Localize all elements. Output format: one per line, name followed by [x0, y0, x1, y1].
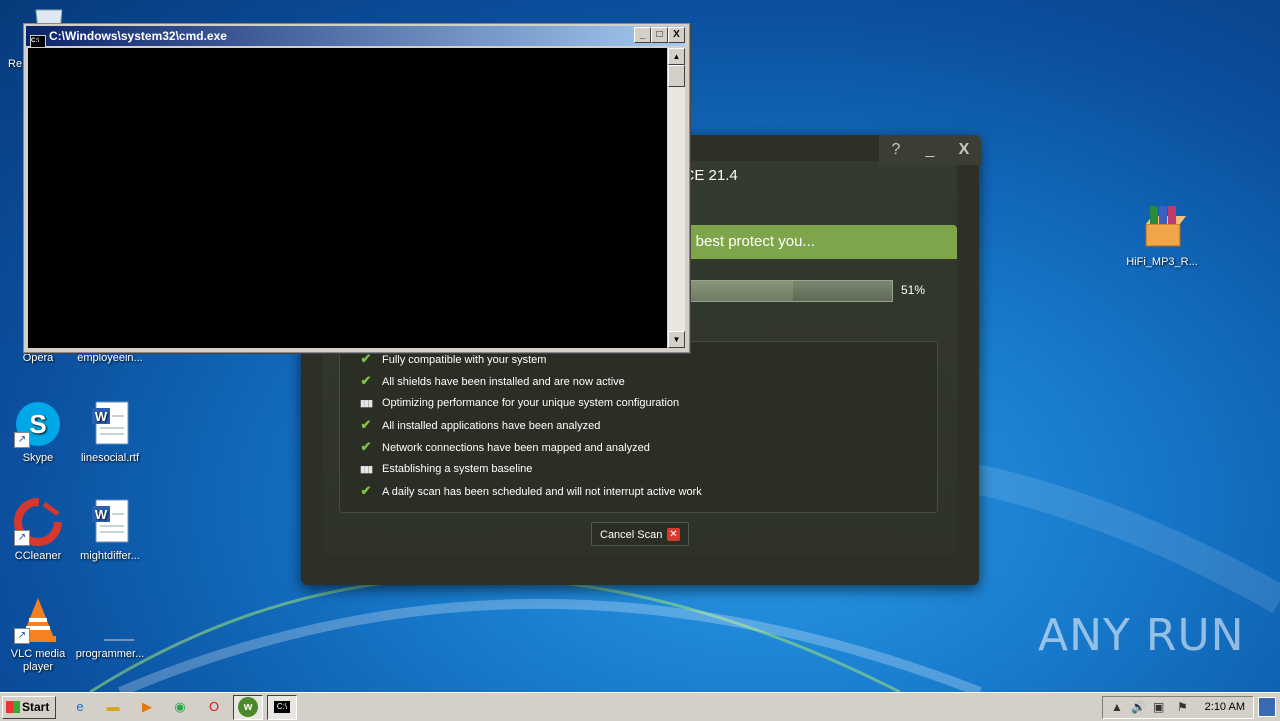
cancel-scan-label: Cancel Scan	[600, 529, 663, 541]
vertical-scrollbar[interactable]: ▲ ▼	[668, 48, 685, 348]
in-progress-icon: ▮▮▮	[360, 464, 373, 474]
progress-fill	[690, 281, 794, 301]
desktop-icon-label: Opera	[22, 352, 54, 364]
progress-bar	[689, 280, 893, 302]
setup-step: ▮▮▮ Optimizing performance for your uniqu…	[358, 394, 679, 412]
internet-explorer-icon[interactable]: e	[70, 697, 90, 717]
cmd-close-button[interactable]: X	[668, 27, 685, 43]
show-desktop-icon[interactable]	[1258, 697, 1276, 717]
checkmark-icon: ✔	[360, 417, 372, 432]
network-icon[interactable]: ▣	[1153, 700, 1164, 714]
desktop-icon-ccleaner[interactable]: ↗ CCleaner	[0, 498, 76, 563]
scroll-thumb[interactable]	[668, 65, 685, 87]
setup-step-text: All installed applications have been ana…	[382, 420, 601, 432]
word-document-icon: W	[86, 498, 134, 546]
help-button[interactable]: ?	[879, 135, 913, 165]
close-button[interactable]: X	[947, 135, 981, 165]
desktop-icon-label: Skype	[22, 452, 54, 464]
cmd-minimize-button[interactable]: _	[634, 27, 651, 43]
shortcut-arrow-icon: ↗	[14, 432, 30, 448]
setup-step-text: All shields have been installed and are …	[382, 376, 625, 388]
taskbar-app-cmd[interactable]: C:\	[267, 695, 297, 720]
desktop-icon-label: employeein...	[77, 352, 143, 364]
chrome-icon[interactable]: ◉	[170, 697, 190, 717]
cancel-scan-button[interactable]: Cancel Scan ✕	[591, 522, 689, 546]
setup-step-text: Establishing a system baseline	[382, 463, 533, 475]
cmd-title-bar[interactable]: C:\ C:\Windows\system32\cmd.exe	[26, 26, 685, 48]
in-progress-icon: ▮▮▮	[360, 398, 373, 408]
setup-step-text: Fully compatible with your system	[382, 354, 547, 366]
cmd-window: C:\ C:\Windows\system32\cmd.exe _ □ X ▲ ▼	[23, 23, 690, 353]
start-label: Start	[22, 700, 50, 714]
antivirus-app-icon: w	[238, 697, 258, 717]
console-output[interactable]	[28, 48, 667, 348]
checkmark-icon: ✔	[360, 373, 372, 388]
setup-step: ✔ A daily scan has been scheduled and wil…	[358, 482, 702, 500]
vlc-cone-icon: ↗	[14, 596, 62, 644]
media-player-icon[interactable]: ▶	[137, 697, 157, 717]
setup-step: ✔ All shields have been installed and are…	[358, 372, 625, 390]
desktop-icon-linesocial[interactable]: W linesocial.rtf	[72, 400, 148, 465]
desktop-icon-label: CCleaner	[14, 550, 62, 562]
scroll-up-icon[interactable]: ▲	[668, 48, 685, 65]
start-button[interactable]: Start	[2, 696, 56, 719]
file-icon	[86, 596, 145, 644]
desktop-icon-programmer[interactable]: programmer...	[72, 596, 148, 661]
desktop-icon-label: programmer...	[75, 648, 145, 660]
cmd-maximize-button[interactable]: □	[651, 27, 668, 43]
ccleaner-icon: ↗	[14, 498, 62, 546]
minimize-button[interactable]: _	[913, 135, 947, 165]
svg-text:W: W	[95, 507, 108, 522]
desktop-icon-skype[interactable]: S ↗ Skype	[0, 400, 76, 465]
close-icon: ✕	[667, 528, 680, 541]
desktop-icon-label: HiFi_MP3_R...	[1126, 256, 1198, 268]
setup-step: ▮▮▮ Establishing a system baseline	[358, 460, 532, 478]
cmd-title: C:\Windows\system32\cmd.exe	[49, 29, 227, 43]
progress-percent: 51%	[901, 283, 926, 297]
volume-icon[interactable]: 🔊	[1131, 700, 1146, 714]
svg-text:W: W	[95, 409, 108, 424]
checkmark-icon: ✔	[360, 483, 372, 498]
clock[interactable]: 2:10 AM	[1205, 701, 1245, 713]
checkmark-icon: ✔	[360, 439, 372, 454]
anyrun-watermark: ANY RUN	[1038, 610, 1245, 661]
skype-icon: S ↗	[14, 400, 62, 448]
desktop-icon-hifi-archive[interactable]: HiFi_MP3_R...	[1124, 204, 1200, 269]
desktop-icon-label: linesocial.rtf	[80, 452, 140, 464]
shortcut-arrow-icon: ↗	[14, 628, 30, 644]
setup-step-text: Optimizing performance for your unique s…	[382, 397, 680, 409]
taskbar: Start e ▬ ▶ ◉ O w C:\ ▲ 🔊 ▣ ⚑ 2:10 AM	[0, 692, 1280, 721]
desktop-icon-label: VLC media player	[10, 648, 66, 673]
setup-step: ✔ Network connections have been mapped an…	[358, 438, 650, 456]
action-center-flag-icon[interactable]: ⚑	[1177, 700, 1188, 714]
setup-step-text: A daily scan has been scheduled and will…	[382, 486, 702, 498]
console-icon: C:\	[272, 697, 292, 717]
desktop-icon-label: mightdiffer...	[80, 550, 140, 562]
scroll-down-icon[interactable]: ▼	[668, 331, 685, 348]
desktop-icon-mightdiffer[interactable]: W mightdiffer...	[72, 498, 148, 563]
setup-step-text: Network connections have been mapped and…	[382, 442, 650, 454]
setup-step: ✔ All installed applications have been an…	[358, 416, 601, 434]
shortcut-arrow-icon: ↗	[14, 530, 30, 546]
show-hidden-icons-icon[interactable]: ▲	[1111, 700, 1123, 714]
svg-text:S: S	[29, 409, 46, 439]
word-document-icon: W	[86, 400, 134, 448]
windows-logo-icon	[6, 701, 20, 713]
winrar-archive-icon	[1138, 204, 1186, 252]
taskbar-app-antivirus[interactable]: w	[233, 695, 263, 720]
setup-steps-list: ✔ Fully compatible with your system ✔ All s…	[339, 341, 938, 513]
desktop-icon-vlc[interactable]: ↗ VLC media player	[0, 596, 76, 674]
folder-icon[interactable]: ▬	[103, 697, 123, 717]
opera-icon[interactable]: O	[204, 697, 224, 717]
system-tray: ▲ 🔊 ▣ ⚑ 2:10 AM	[1102, 696, 1254, 719]
console-icon: C:\	[30, 35, 46, 48]
